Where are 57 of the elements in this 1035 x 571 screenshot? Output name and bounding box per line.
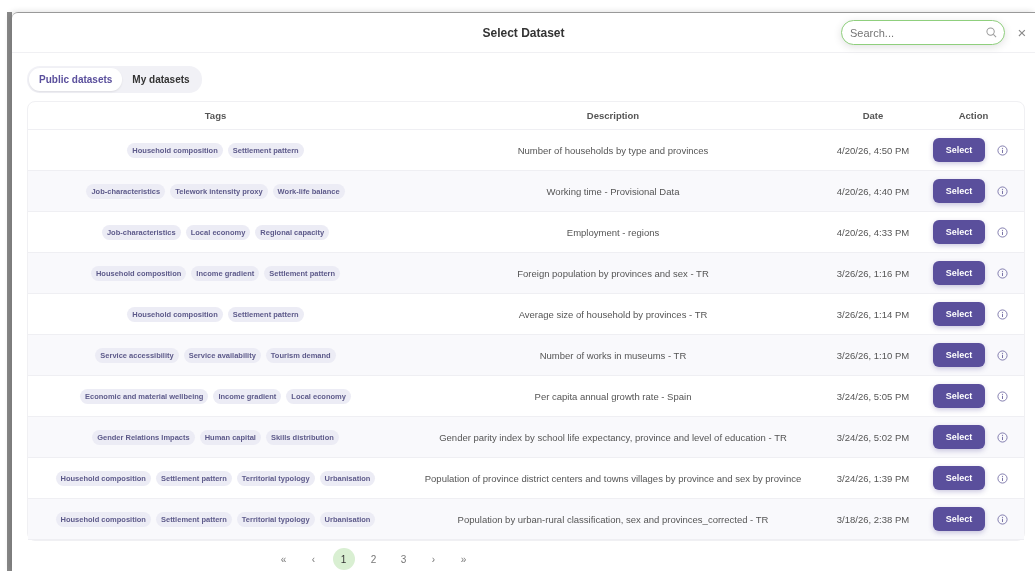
description-cell-text: Foreign population by provinces and sex - TR (516, 267, 710, 279)
page-button[interactable]: « (272, 548, 295, 570)
select-button[interactable]: Select (933, 507, 985, 531)
column-header: Action (957, 110, 990, 121)
search-field[interactable]: Search... (841, 20, 1005, 45)
page-button[interactable]: » (452, 548, 475, 570)
description-cell-text: Gender parity index by school life expectancy, province and level of education - TR (438, 431, 788, 443)
page-button[interactable]: › (422, 548, 445, 570)
description-cell-text: Population by urban-rural classification, sex and provinces_corrected - TR (456, 513, 770, 525)
info-icon[interactable] (997, 267, 1008, 279)
select-button[interactable]: Select (933, 179, 985, 203)
select-button[interactable]: Select (933, 466, 985, 490)
date-cell-text: 3/24/26, 5:02 PM (835, 431, 911, 443)
date-cell-text: 3/26/26, 1:16 PM (835, 267, 911, 279)
date-cell-text: 3/26/26, 1:10 PM (835, 349, 911, 361)
column-header: Tags (203, 110, 228, 121)
select-button[interactable]: Select (933, 220, 985, 244)
info-icon[interactable] (997, 390, 1008, 402)
select-button[interactable]: Select (933, 261, 985, 285)
date-cell-text: 3/26/26, 1:14 PM (835, 308, 911, 320)
date-cell-text: 3/24/26, 1:39 PM (835, 472, 911, 484)
date-cell-text: 3/18/26, 2:38 PM (835, 513, 911, 525)
dialog-title: Select Dataset (482, 25, 565, 40)
page-button[interactable]: ‹ (302, 548, 325, 570)
description-cell-text: Per capita annual growth rate - Spain (533, 390, 693, 402)
description-cell-text: Employment - regions (565, 226, 661, 238)
description-cell-text: Population of province district centers and towns villages by province and sex by province (423, 472, 803, 484)
info-icon[interactable] (997, 226, 1008, 238)
column-header: Date (861, 110, 885, 121)
close-button[interactable]: × (1011, 24, 1033, 41)
info-icon[interactable] (997, 431, 1008, 443)
select-button[interactable]: Select (933, 425, 985, 449)
tab[interactable]: My datasets (122, 68, 200, 91)
date-cell-text: 4/20/26, 4:50 PM (835, 144, 911, 156)
column-header: Description (585, 110, 641, 121)
search-icon (986, 27, 997, 38)
info-icon[interactable] (997, 513, 1008, 525)
info-icon[interactable] (997, 472, 1008, 484)
info-icon[interactable] (997, 308, 1008, 320)
date-cell-text: 3/24/26, 5:05 PM (835, 390, 911, 402)
select-button[interactable]: Select (933, 384, 985, 408)
select-button[interactable]: Select (933, 302, 985, 326)
info-icon[interactable] (997, 349, 1008, 361)
description-cell-text: Average size of household by provinces - TR (517, 308, 709, 320)
date-cell-text: 4/20/26, 4:40 PM (835, 185, 911, 197)
select-button[interactable]: Select (933, 138, 985, 162)
info-icon[interactable] (997, 185, 1008, 197)
page-button[interactable]: 2 (362, 548, 385, 570)
tab[interactable]: Public datasets (29, 68, 123, 91)
info-icon[interactable] (997, 144, 1008, 156)
description-cell-text: Number of works in museums - TR (538, 349, 688, 361)
page-button[interactable]: 3 (392, 548, 415, 570)
description-cell-text: Number of households by type and provinces (516, 144, 710, 156)
date-cell-text: 4/20/26, 4:33 PM (835, 226, 911, 238)
page-button[interactable]: 1 (332, 548, 355, 570)
description-cell-text: Working time - Provisional Data (545, 185, 681, 197)
select-button[interactable]: Select (933, 343, 985, 367)
